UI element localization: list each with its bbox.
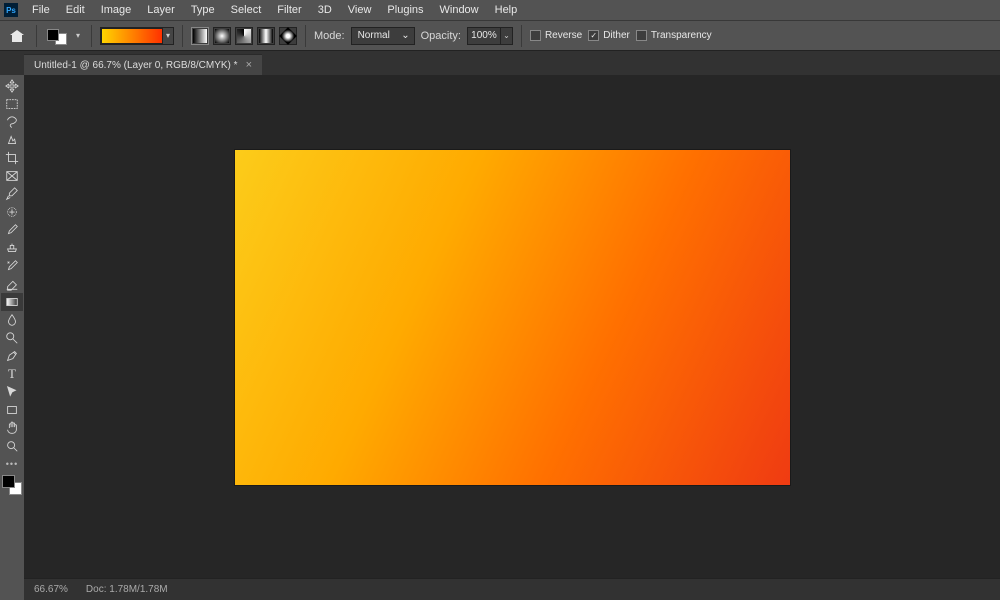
history-brush-tool[interactable] (1, 257, 23, 275)
menu-3d[interactable]: 3D (310, 1, 340, 19)
blur-tool[interactable] (1, 311, 23, 329)
document-tab[interactable]: Untitled-1 @ 66.7% (Layer 0, RGB/8/CMYK)… (24, 54, 262, 75)
radial-gradient-button[interactable] (213, 27, 231, 45)
angle-gradient-icon (237, 29, 251, 43)
opacity-input[interactable]: 100% ⌄ (467, 27, 513, 45)
chevron-down-icon: ▾ (163, 31, 173, 40)
mode-label: Mode: (314, 30, 345, 42)
menu-image[interactable]: Image (93, 1, 140, 19)
angle-gradient-button[interactable] (235, 27, 253, 45)
radial-gradient-icon (215, 29, 229, 43)
crop-tool[interactable] (1, 149, 23, 167)
healing-brush-tool[interactable] (1, 203, 23, 221)
opacity-value: 100% (467, 27, 501, 45)
hand-tool[interactable] (1, 419, 23, 437)
document-tab-bar: Untitled-1 @ 66.7% (Layer 0, RGB/8/CMYK)… (0, 51, 1000, 75)
type-tool[interactable]: T (1, 365, 23, 383)
app-logo: Ps (4, 3, 18, 17)
gradient-tool[interactable] (1, 293, 23, 311)
foreground-color[interactable] (2, 475, 15, 488)
zoom-tool[interactable] (1, 437, 23, 455)
transparency-checkbox[interactable]: Transparency (636, 30, 712, 41)
home-icon (10, 30, 24, 42)
menu-type[interactable]: Type (183, 1, 223, 19)
eyedropper-tool[interactable] (1, 185, 23, 203)
reflected-gradient-button[interactable] (257, 27, 275, 45)
lasso-tool[interactable] (1, 113, 23, 131)
linear-gradient-icon (193, 29, 207, 43)
menu-file[interactable]: File (24, 1, 58, 19)
checkbox-icon (636, 30, 647, 41)
dither-label: Dither (603, 30, 630, 41)
close-icon[interactable]: × (246, 59, 252, 71)
document-tab-title: Untitled-1 @ 66.7% (Layer 0, RGB/8/CMYK)… (34, 60, 238, 71)
dither-checkbox[interactable]: ✓ Dither (588, 30, 630, 41)
transparency-label: Transparency (651, 30, 712, 41)
gradient-type-group (191, 27, 297, 45)
menu-window[interactable]: Window (432, 1, 487, 19)
pen-tool[interactable] (1, 347, 23, 365)
diamond-gradient-icon (279, 27, 297, 45)
document-info[interactable]: Doc: 1.78M/1.78M (86, 584, 168, 595)
tool-preset-picker[interactable] (45, 27, 67, 45)
menu-help[interactable]: Help (487, 1, 526, 19)
menu-view[interactable]: View (340, 1, 380, 19)
tools-panel: T ••• (0, 75, 24, 600)
chevron-down-icon[interactable]: ▾ (73, 31, 83, 40)
frame-tool[interactable] (1, 167, 23, 185)
move-tool[interactable] (1, 77, 23, 95)
color-swatches[interactable] (2, 475, 22, 495)
menu-layer[interactable]: Layer (139, 1, 183, 19)
gradient-preview (101, 28, 163, 44)
more-tools[interactable]: ••• (1, 455, 23, 473)
mode-select[interactable]: Normal ⌄ (351, 27, 415, 45)
workspace[interactable] (24, 75, 1000, 578)
mode-value: Normal (358, 30, 390, 41)
chevron-down-icon: ⌄ (401, 30, 409, 41)
divider (91, 25, 92, 47)
marquee-tool[interactable] (1, 95, 23, 113)
brush-tool[interactable] (1, 221, 23, 239)
options-bar: ▾ ▾ Mode: Normal ⌄ Opacity: 100% ⌄ Rever… (0, 20, 1000, 51)
home-button[interactable] (6, 25, 28, 47)
menu-edit[interactable]: Edit (58, 1, 93, 19)
eraser-tool[interactable] (1, 275, 23, 293)
divider (521, 25, 522, 47)
chevron-down-icon: ⌄ (501, 27, 513, 45)
zoom-level[interactable]: 66.67% (34, 584, 68, 595)
divider (305, 25, 306, 47)
reverse-checkbox[interactable]: Reverse (530, 30, 582, 41)
dodge-tool[interactable] (1, 329, 23, 347)
divider (182, 25, 183, 47)
divider (36, 25, 37, 47)
linear-gradient-button[interactable] (191, 27, 209, 45)
menu-filter[interactable]: Filter (269, 1, 309, 19)
reverse-label: Reverse (545, 30, 582, 41)
path-select-tool[interactable] (1, 383, 23, 401)
checkbox-icon (530, 30, 541, 41)
menu-plugins[interactable]: Plugins (379, 1, 431, 19)
gradient-picker[interactable]: ▾ (100, 27, 174, 45)
diamond-gradient-button[interactable] (279, 27, 297, 45)
checkbox-icon: ✓ (588, 30, 599, 41)
menu-bar: Ps File Edit Image Layer Type Select Fil… (0, 0, 1000, 20)
clone-stamp-tool[interactable] (1, 239, 23, 257)
rectangle-tool[interactable] (1, 401, 23, 419)
reflected-gradient-icon (259, 29, 273, 43)
quick-select-tool[interactable] (1, 131, 23, 149)
opacity-label: Opacity: (421, 30, 461, 42)
canvas[interactable] (235, 150, 790, 485)
status-bar: 66.67% Doc: 1.78M/1.78M (24, 578, 1000, 600)
menu-select[interactable]: Select (223, 1, 270, 19)
